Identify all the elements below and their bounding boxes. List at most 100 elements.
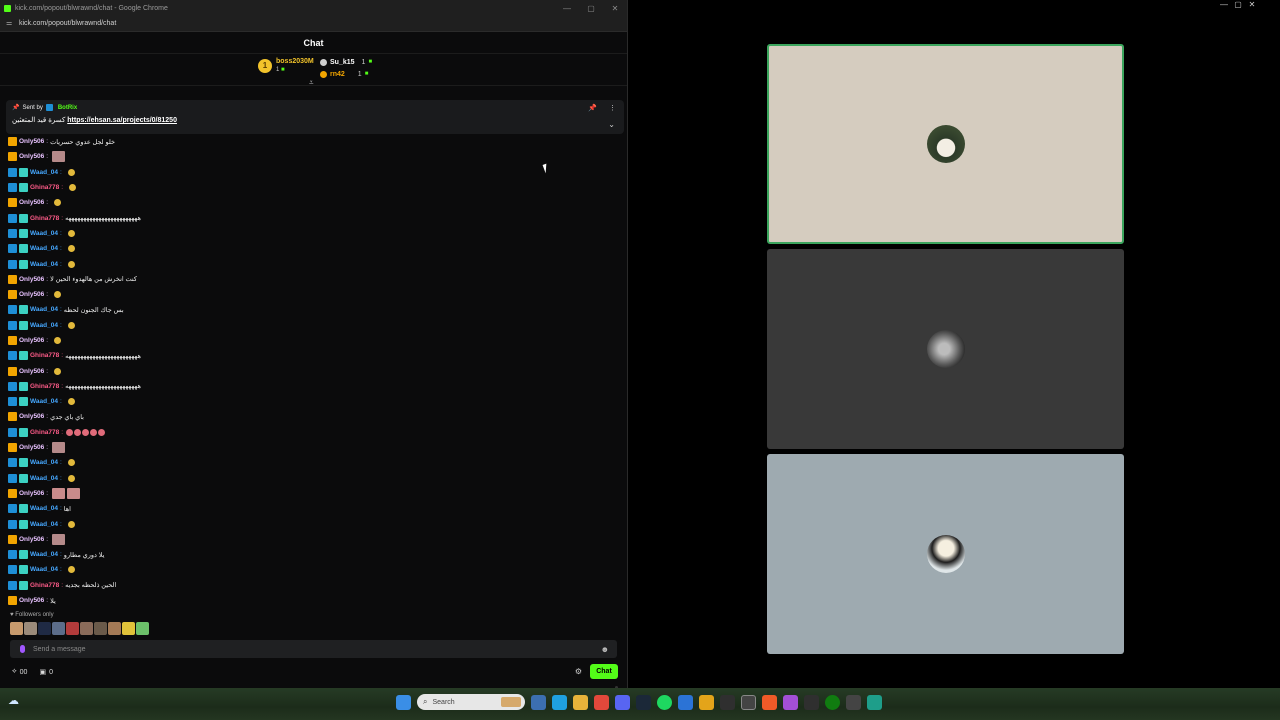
mod-badge-icon[interactable] [8,228,17,238]
vip-badge-icon[interactable] [19,473,28,483]
vip-badge-icon[interactable] [19,397,28,407]
maximize-icon[interactable]: ▢ [1231,0,1245,9]
chat-input[interactable]: Send a message ☻ [10,640,617,658]
photos-icon[interactable] [678,694,693,710]
avatar[interactable] [94,622,107,635]
og-badge-icon[interactable] [8,336,17,345]
start-menu-icon[interactable] [396,694,411,710]
terminal-icon[interactable] [720,694,735,710]
mod-badge-icon[interactable] [8,458,17,468]
mod-badge-icon[interactable] [8,167,17,177]
app-icon[interactable] [804,694,819,710]
mod-badge-icon[interactable] [8,580,17,590]
chat-username[interactable]: Waad_04 [30,306,58,313]
chevron-down-icon[interactable]: ⌄ [608,120,615,129]
discord-icon[interactable] [615,694,630,710]
site-settings-icon[interactable]: ⚌ [6,20,14,27]
chat-username[interactable]: Only506 [19,413,44,420]
vip-badge-icon[interactable] [19,427,28,437]
chat-username[interactable]: Only506 [19,536,44,543]
collapse-leaderboard-icon[interactable]: ⩡ [309,78,314,88]
chat-username[interactable]: Ghina778 [30,429,59,436]
chat-username[interactable]: Waad_04 [30,459,58,466]
steam-icon[interactable] [636,694,651,710]
vip-badge-icon[interactable] [19,351,28,361]
vip-badge-icon[interactable] [19,565,28,575]
avatar[interactable] [10,622,23,635]
vip-badge-icon[interactable] [19,167,28,177]
minimize-icon[interactable]: — [1217,0,1231,9]
app-icon[interactable] [867,694,882,710]
chat-username[interactable]: Ghina778 [30,383,59,390]
chat-username[interactable]: Waad_04 [30,398,58,405]
chat-username[interactable]: Waad_04 [30,169,58,176]
gear-icon[interactable]: ⚙ [575,667,582,676]
maximize-icon[interactable]: ▢ [579,4,603,13]
chat-username[interactable]: Only506 [19,368,44,375]
chat-username[interactable]: Only506 [19,337,44,344]
avatar[interactable] [52,622,65,635]
mod-badge-icon[interactable] [8,427,17,437]
file-explorer-icon[interactable] [573,694,588,710]
chat-username[interactable]: Waad_04 [30,261,58,268]
og-badge-icon[interactable] [8,274,17,284]
leaderboard-item[interactable]: Su_k15 1 ■ [320,56,372,68]
avatar[interactable] [122,622,135,635]
chat-username[interactable]: Waad_04 [30,505,58,512]
vip-badge-icon[interactable] [19,550,28,560]
vip-badge-icon[interactable] [19,259,28,269]
chat-username[interactable]: Ghina778 [30,352,59,359]
mod-badge-icon[interactable] [8,351,17,361]
mod-badge-icon[interactable] [8,473,17,483]
vip-badge-icon[interactable] [19,183,28,193]
app-icon[interactable] [741,694,756,710]
og-badge-icon[interactable] [8,488,17,498]
og-badge-icon[interactable] [8,412,17,422]
mod-badge-icon[interactable] [8,381,17,391]
app-icon[interactable] [846,694,861,710]
weather-icon[interactable]: ☁ [8,694,22,708]
chat-username[interactable]: Only506 [19,444,44,451]
chat-username[interactable]: Waad_04 [30,475,58,482]
emoji-icon[interactable]: ☻ [601,645,609,654]
close-icon[interactable]: ✕ [1245,0,1259,9]
close-icon[interactable]: ✕ [603,4,627,13]
chat-username[interactable]: Waad_04 [30,566,58,573]
chat-username[interactable]: Ghina778 [30,582,59,589]
mod-badge-icon[interactable] [8,183,17,193]
og-badge-icon[interactable] [8,443,17,453]
edge-icon[interactable] [552,694,567,710]
chat-username[interactable]: Only506 [19,138,44,145]
vip-badge-icon[interactable] [19,244,28,254]
mod-badge-icon[interactable] [8,565,17,575]
mod-badge-icon[interactable] [8,305,17,315]
more-options-icon[interactable]: ⋮ [609,104,616,112]
mod-badge-icon[interactable] [8,259,17,269]
leaderboard-first[interactable]: 1 boss2030M 1 ■ [258,58,314,73]
vip-badge-icon[interactable] [19,213,28,223]
unpin-icon[interactable]: 📌 [588,104,597,112]
vip-badge-icon[interactable] [19,504,28,514]
pinned-bot-name[interactable]: BotRix [58,105,77,111]
mod-badge-icon[interactable] [8,504,17,514]
mod-badge-icon[interactable] [8,397,17,407]
chat-username[interactable]: Only506 [19,291,44,298]
vip-badge-icon[interactable] [19,519,28,529]
avatar[interactable] [24,622,37,635]
send-chat-button[interactable]: Chat [590,664,618,679]
pinned-link[interactable]: https://ehsan.sa/projects/0/81250 [67,117,177,124]
chrome-icon[interactable] [594,694,609,710]
chat-username[interactable]: Only506 [19,276,44,283]
vip-badge-icon[interactable] [19,580,28,590]
mod-badge-icon[interactable] [8,320,17,330]
app-icon[interactable] [783,694,798,710]
chat-message-list[interactable]: Only506: خلو لجل عدوي حسريات Only506: Waad_… [8,134,618,720]
chat-username[interactable]: Only506 [19,199,44,206]
channel-points[interactable]: ⟡ 00 [12,668,27,676]
chat-username[interactable]: Waad_04 [30,551,58,558]
vip-badge-icon[interactable] [19,381,28,391]
gift-counter[interactable]: ▣ 0 [39,668,53,677]
chat-username[interactable]: Only506 [19,153,44,160]
vip-badge-icon[interactable] [19,458,28,468]
og-badge-icon[interactable] [8,290,17,300]
